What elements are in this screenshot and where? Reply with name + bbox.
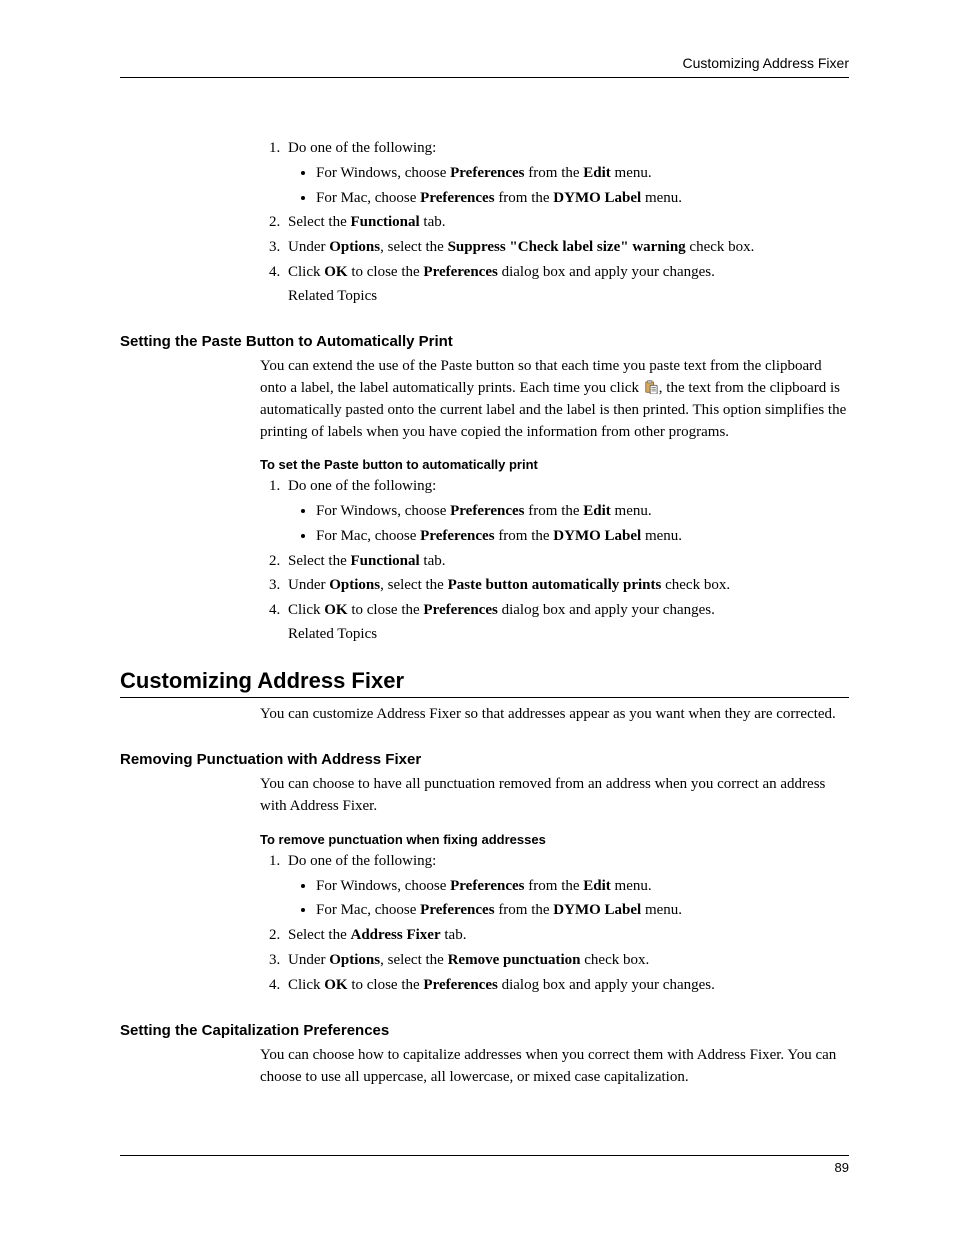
sec2-bullet-mac: For Mac, choose Preferences from the DYM… xyxy=(316,526,849,548)
sec3-heading: Customizing Address Fixer xyxy=(120,668,849,698)
sec4-para: You can choose to have all punctuation r… xyxy=(260,774,849,818)
sec4-bullet-win: For Windows, choose Preferences from the… xyxy=(316,876,849,898)
sec1-step4: Click OK to close the Preferences dialog… xyxy=(284,262,849,308)
sec2-bullet-win: For Windows, choose Preferences from the… xyxy=(316,501,849,523)
sec4-body: You can choose to have all punctuation r… xyxy=(260,774,849,996)
sec4-step2: Select the Address Fixer tab. xyxy=(284,925,849,947)
sec2-body: You can extend the use of the Paste butt… xyxy=(260,356,849,645)
sec5-body: You can choose how to capitalize address… xyxy=(260,1045,849,1089)
sec2-para: You can extend the use of the Paste butt… xyxy=(260,356,849,443)
running-header: Customizing Address Fixer xyxy=(120,55,849,78)
page: Customizing Address Fixer Do one of the … xyxy=(0,0,954,1235)
sec4-step1: Do one of the following: For Windows, ch… xyxy=(284,851,849,922)
sec2-related-topics: Related Topics xyxy=(288,624,849,646)
sec2-step4: Click OK to close the Preferences dialog… xyxy=(284,600,849,646)
sec4-heading: Removing Punctuation with Address Fixer xyxy=(120,751,849,768)
sec4-step3: Under Options, select the Remove punctua… xyxy=(284,950,849,972)
sec1-bullet-mac: For Mac, choose Preferences from the DYM… xyxy=(316,188,849,210)
sec4-bullet-mac: For Mac, choose Preferences from the DYM… xyxy=(316,900,849,922)
sec5-heading: Setting the Capitalization Preferences xyxy=(120,1022,849,1039)
sec3-para: You can customize Address Fixer so that … xyxy=(260,704,849,726)
sec4-step4: Click OK to close the Preferences dialog… xyxy=(284,975,849,997)
page-number: 89 xyxy=(120,1155,849,1175)
sec1-step3: Under Options, select the Suppress "Chec… xyxy=(284,237,849,259)
paste-icon xyxy=(644,380,658,394)
sec2-step2: Select the Functional tab. xyxy=(284,551,849,573)
sec2-step3: Under Options, select the Paste button a… xyxy=(284,575,849,597)
sec1-step2: Select the Functional tab. xyxy=(284,212,849,234)
sec1-step1: Do one of the following: For Windows, ch… xyxy=(284,138,849,209)
sec4-task: To remove punctuation when fixing addres… xyxy=(260,832,849,847)
sec2-task: To set the Paste button to automatically… xyxy=(260,457,849,472)
sec5-para: You can choose how to capitalize address… xyxy=(260,1045,849,1089)
text: Do one of the following: xyxy=(288,140,436,156)
sec1-bullet-win: For Windows, choose Preferences from the… xyxy=(316,163,849,185)
sec1-related-topics: Related Topics xyxy=(288,286,849,308)
sec2-heading: Setting the Paste Button to Automaticall… xyxy=(120,333,849,350)
sec3-body: You can customize Address Fixer so that … xyxy=(260,704,849,726)
sec2-step1: Do one of the following: For Windows, ch… xyxy=(284,476,849,547)
sec1-steps: Do one of the following: For Windows, ch… xyxy=(260,138,849,307)
